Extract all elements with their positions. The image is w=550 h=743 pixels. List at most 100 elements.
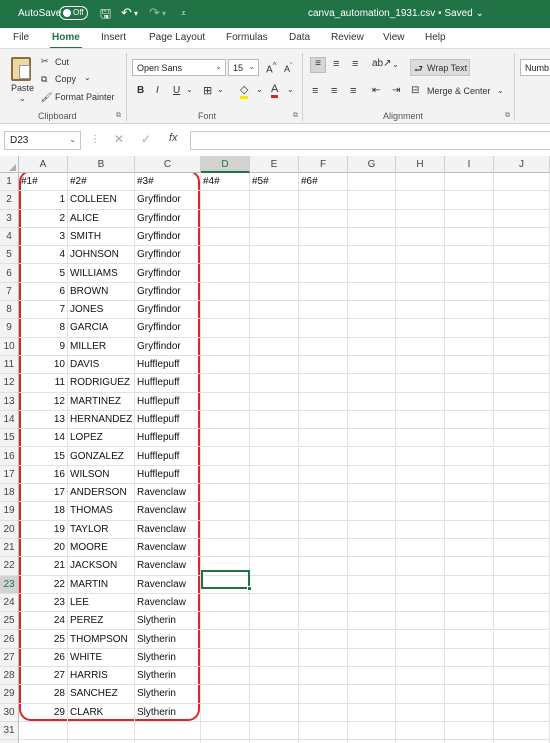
cell-i19[interactable] [445,502,494,521]
cell-g8[interactable] [348,301,396,320]
cell-g27[interactable] [348,648,396,668]
cell-b3[interactable]: ALICE [68,209,135,228]
cell-b31[interactable] [68,722,135,741]
cell-b16[interactable]: GONZALEZ [68,447,135,466]
cell-f28[interactable] [299,667,348,686]
align-left-icon[interactable]: ≡ [312,85,318,97]
cell-f12[interactable] [299,374,348,393]
cell-i7[interactable] [445,282,494,302]
cell-c2[interactable]: Gryffindor [135,191,201,210]
row-header-10[interactable]: 10 [0,338,18,356]
align-top-icon[interactable]: ≡ [310,57,326,73]
align-center-icon[interactable]: ≡ [331,85,337,97]
cell-c15[interactable]: Hufflepuff [135,429,201,448]
cell-i20[interactable] [445,520,494,539]
cut-icon[interactable]: ✂ [41,56,49,67]
fill-handle[interactable] [247,586,252,591]
cell-f22[interactable] [299,557,348,576]
row-header-26[interactable]: 26 [0,631,18,649]
row-header-8[interactable]: 8 [0,301,18,320]
cell-f23[interactable] [299,575,348,594]
cell-f29[interactable] [299,685,348,704]
row-header-30[interactable]: 30 [0,704,18,722]
cell-a11[interactable]: 10 [19,356,68,375]
font-name-combo[interactable]: Open Sans ⌄ [132,59,226,76]
formula-input[interactable] [190,131,550,150]
tab-help[interactable]: Help [425,32,446,43]
cell-h23[interactable] [396,575,445,594]
cell-b10[interactable]: MILLER [68,337,135,356]
cell-c9[interactable]: Gryffindor [135,319,201,338]
cell-i22[interactable] [445,557,494,576]
cell-i2[interactable] [445,191,494,210]
cell-a18[interactable]: 17 [19,484,68,503]
cell-b6[interactable]: WILLIAMS [68,264,135,283]
cell-i8[interactable] [445,301,494,320]
column-header-e[interactable]: E [250,156,299,173]
cell-g5[interactable] [348,246,396,265]
cell-a10[interactable]: 9 [19,337,68,356]
column-header-h[interactable]: H [396,156,445,173]
row-header-2[interactable]: 2 [0,191,18,210]
borders-icon[interactable]: ⊞ [203,84,212,97]
cell-e10[interactable] [250,337,299,356]
cell-j28[interactable] [494,667,550,686]
cell-a4[interactable]: 3 [19,227,68,247]
merge-center-button[interactable]: Merge & Center [427,86,491,96]
cell-a20[interactable]: 19 [19,520,68,539]
cell-h19[interactable] [396,502,445,521]
cell-f21[interactable] [299,539,348,558]
cell-b11[interactable]: DAVIS [68,356,135,375]
cell-d12[interactable] [201,374,250,393]
cell-d21[interactable] [201,539,250,558]
cell-d31[interactable] [201,722,250,741]
cell-g4[interactable] [348,227,396,247]
cell-d8[interactable] [201,301,250,320]
cell-f1[interactable]: #6# [299,173,348,192]
cell-e2[interactable] [250,191,299,210]
cell-i4[interactable] [445,227,494,247]
cell-c31[interactable] [135,722,201,741]
cell-g29[interactable] [348,685,396,704]
cell-e23[interactable] [250,575,299,594]
cell-e15[interactable] [250,429,299,448]
cell-f19[interactable] [299,502,348,521]
cell-f30[interactable] [299,703,348,722]
cell-g25[interactable] [348,612,396,631]
cell-j10[interactable] [494,337,550,356]
cell-b30[interactable]: CLARK [68,703,135,722]
row-header-25[interactable]: 25 [0,612,18,631]
column-header-d[interactable]: D [201,156,250,173]
cell-j17[interactable] [494,465,550,485]
borders-dropdown-icon[interactable]: ⌄ [217,85,224,94]
cell-d14[interactable] [201,410,250,430]
cell-i30[interactable] [445,703,494,722]
insert-function-button[interactable]: fx [169,132,178,144]
row-header-11[interactable]: 11 [0,356,18,375]
cell-j30[interactable] [494,703,550,722]
bold-button[interactable]: B [137,85,144,96]
font-size-combo[interactable]: 15 ⌄ [228,59,259,76]
cell-d2[interactable] [201,191,250,210]
cell-j29[interactable] [494,685,550,704]
align-bottom-icon[interactable]: ≡ [352,58,358,70]
cell-a21[interactable]: 20 [19,539,68,558]
merge-dropdown-icon[interactable]: ⌄ [497,86,504,95]
cell-b5[interactable]: JOHNSON [68,246,135,265]
cell-h30[interactable] [396,703,445,722]
font-launcher-icon[interactable]: ⧉ [293,112,298,120]
select-all-button[interactable] [0,156,19,173]
cell-g13[interactable] [348,392,396,411]
cell-f9[interactable] [299,319,348,338]
cell-a22[interactable]: 21 [19,557,68,576]
cell-h17[interactable] [396,465,445,485]
undo-icon[interactable]: ↶ [121,5,132,21]
cell-c3[interactable]: Gryffindor [135,209,201,228]
cell-h2[interactable] [396,191,445,210]
document-title[interactable]: canva_automation_1931.csv • Saved ⌄ [308,8,484,19]
cell-j26[interactable] [494,630,550,649]
cell-a14[interactable]: 13 [19,410,68,430]
cell-h20[interactable] [396,520,445,539]
cell-g6[interactable] [348,264,396,283]
cell-j21[interactable] [494,539,550,558]
